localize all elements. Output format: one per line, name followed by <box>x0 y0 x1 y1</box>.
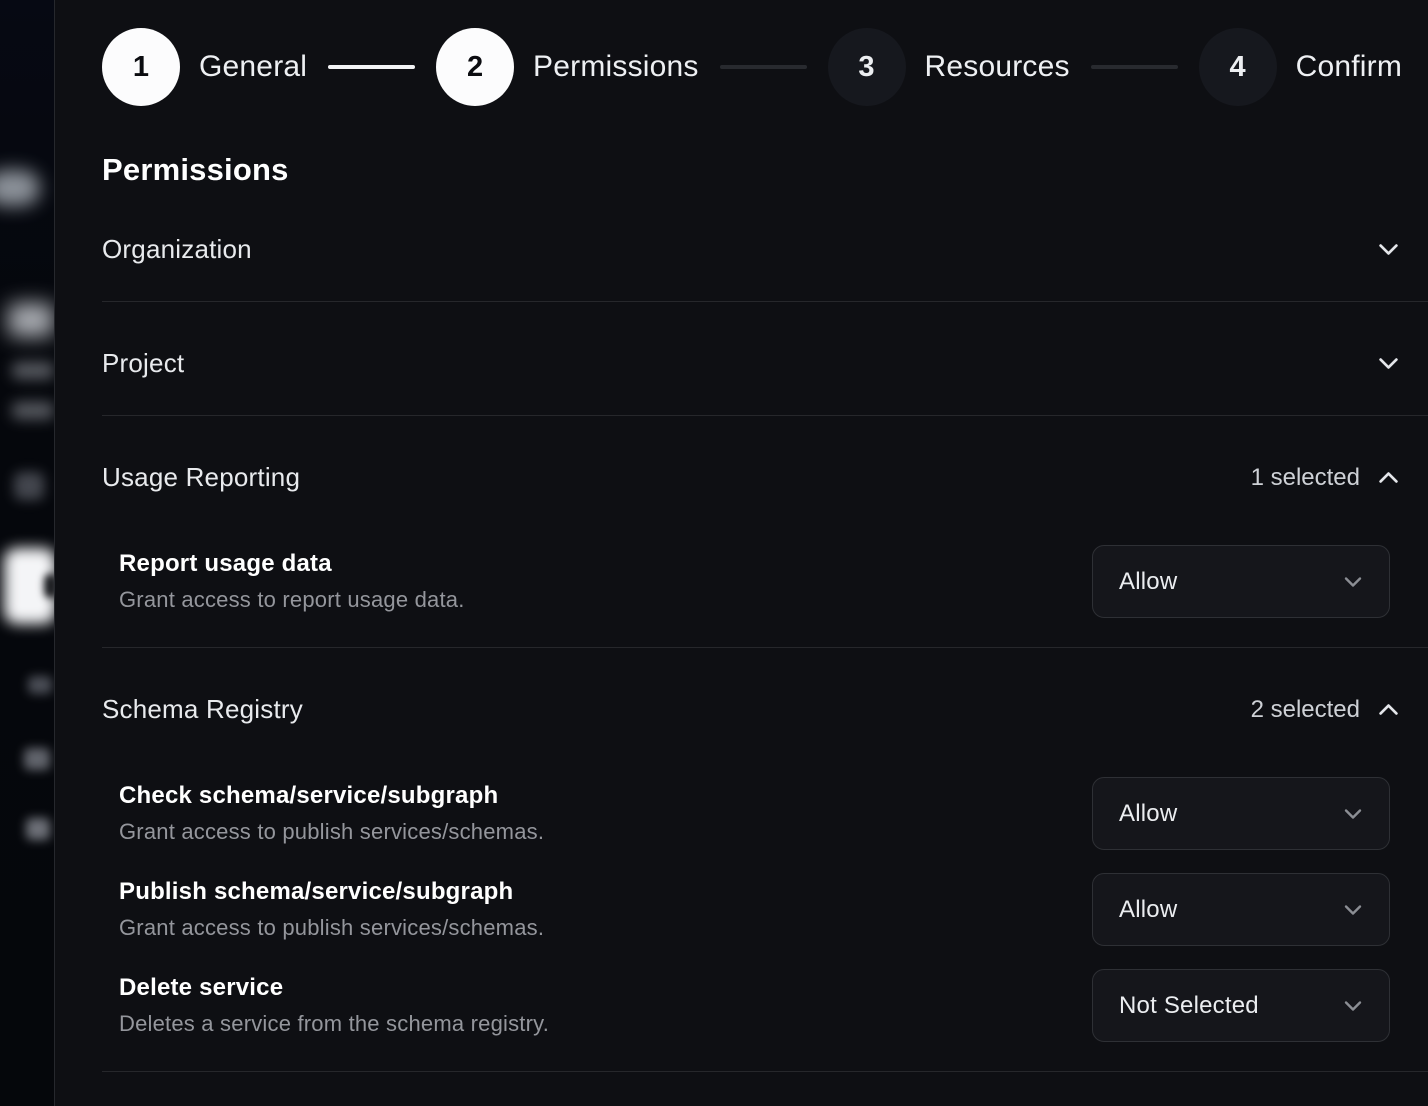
permission-select[interactable]: Allow <box>1092 777 1390 850</box>
step-number: 1 <box>102 28 180 106</box>
permission-rows: Check schema/service/subgraph Grant acce… <box>102 777 1428 1042</box>
permission-row: Publish schema/service/subgraph Grant ac… <box>102 873 1428 946</box>
blurred-text-line <box>24 748 50 770</box>
section-title: Organization <box>102 234 252 265</box>
permission-title: Delete service <box>119 974 549 1002</box>
section-title: Usage Reporting <box>102 462 300 493</box>
permission-section-organization: Organization <box>102 188 1428 302</box>
permission-description: Grant access to publish services/schemas… <box>119 915 544 941</box>
wizard-panel: 1 General 2 Permissions 3 Resources 4 Co… <box>54 0 1428 1106</box>
blurred-app-background <box>0 0 54 1106</box>
section-header-right <box>1375 236 1402 263</box>
wizard-stepper: 1 General 2 Permissions 3 Resources 4 Co… <box>102 28 1428 106</box>
chevron-down-icon <box>1341 898 1365 922</box>
select-value: Allow <box>1119 800 1177 828</box>
step-connector <box>1091 65 1178 69</box>
permission-title: Check schema/service/subgraph <box>119 782 544 810</box>
chevron-down-icon <box>1341 994 1365 1018</box>
section-divider <box>102 1071 1428 1072</box>
permission-text: Report usage data Grant access to report… <box>119 550 465 613</box>
permission-description: Deletes a service from the schema regist… <box>119 1011 549 1037</box>
blurred-letter <box>44 574 54 598</box>
permission-sections: Organization Project Usage Rep <box>102 188 1428 1072</box>
blurred-nav-pill <box>0 170 40 206</box>
section-header-right: 2 selected <box>1251 696 1402 724</box>
section-header[interactable]: Schema Registry 2 selected <box>102 648 1428 725</box>
permission-section-usage-reporting: Usage Reporting 1 selected Report usage … <box>102 416 1428 648</box>
step-label: Confirm <box>1296 50 1402 84</box>
step-number: 2 <box>436 28 514 106</box>
step-number: 4 <box>1199 28 1277 106</box>
selected-count-badge: 1 selected <box>1251 464 1360 492</box>
permission-select[interactable]: Allow <box>1092 545 1390 618</box>
blurred-text-line <box>12 362 54 379</box>
chevron-up-icon[interactable] <box>1375 464 1402 491</box>
stepper-step-confirm[interactable]: 4 Confirm <box>1199 28 1402 106</box>
selected-count-badge: 2 selected <box>1251 696 1360 724</box>
step-number: 3 <box>828 28 906 106</box>
blurred-square-icon <box>14 472 44 500</box>
permission-row: Report usage data Grant access to report… <box>102 545 1428 618</box>
permission-section-schema-registry: Schema Registry 2 selected Check schema/… <box>102 648 1428 1072</box>
permission-description: Grant access to report usage data. <box>119 587 465 613</box>
step-label: Resources <box>925 50 1070 84</box>
step-label: General <box>199 50 307 84</box>
chevron-down-icon[interactable] <box>1375 350 1402 377</box>
step-connector <box>328 65 415 69</box>
step-label: Permissions <box>533 50 699 84</box>
stepper-step-permissions[interactable]: 2 Permissions <box>436 28 699 106</box>
permission-rows: Report usage data Grant access to report… <box>102 545 1428 618</box>
permission-description: Grant access to publish services/schemas… <box>119 819 544 845</box>
permission-title: Report usage data <box>119 550 465 578</box>
permission-section-project: Project <box>102 302 1428 416</box>
section-title: Project <box>102 348 184 379</box>
chevron-up-icon[interactable] <box>1375 696 1402 723</box>
section-header[interactable]: Usage Reporting 1 selected <box>102 416 1428 493</box>
blurred-text-line <box>26 818 50 840</box>
section-header-right <box>1375 350 1402 377</box>
page-title: Permissions <box>102 152 1428 188</box>
blurred-text-bold <box>8 303 54 337</box>
blurred-text-line <box>28 676 52 694</box>
permission-text: Check schema/service/subgraph Grant acce… <box>119 782 544 845</box>
permission-row: Delete service Deletes a service from th… <box>102 969 1428 1042</box>
select-value: Allow <box>1119 896 1177 924</box>
stepper-step-general[interactable]: 1 General <box>102 28 307 106</box>
permission-title: Publish schema/service/subgraph <box>119 878 544 906</box>
select-value: Not Selected <box>1119 992 1259 1020</box>
permission-select[interactable]: Allow <box>1092 873 1390 946</box>
permission-row: Check schema/service/subgraph Grant acce… <box>102 777 1428 850</box>
section-header-right: 1 selected <box>1251 464 1402 492</box>
chevron-down-icon <box>1341 802 1365 826</box>
permission-select[interactable]: Not Selected <box>1092 969 1390 1042</box>
section-title: Schema Registry <box>102 694 303 725</box>
select-value: Allow <box>1119 568 1177 596</box>
stepper-step-resources[interactable]: 3 Resources <box>828 28 1070 106</box>
step-connector <box>720 65 807 69</box>
chevron-down-icon[interactable] <box>1375 236 1402 263</box>
blurred-text-line <box>12 402 54 419</box>
permission-text: Delete service Deletes a service from th… <box>119 974 549 1037</box>
section-header[interactable]: Project <box>102 302 1428 415</box>
section-header[interactable]: Organization <box>102 188 1428 301</box>
chevron-down-icon <box>1341 570 1365 594</box>
app-root: 1 General 2 Permissions 3 Resources 4 Co… <box>0 0 1428 1106</box>
permission-text: Publish schema/service/subgraph Grant ac… <box>119 878 544 941</box>
